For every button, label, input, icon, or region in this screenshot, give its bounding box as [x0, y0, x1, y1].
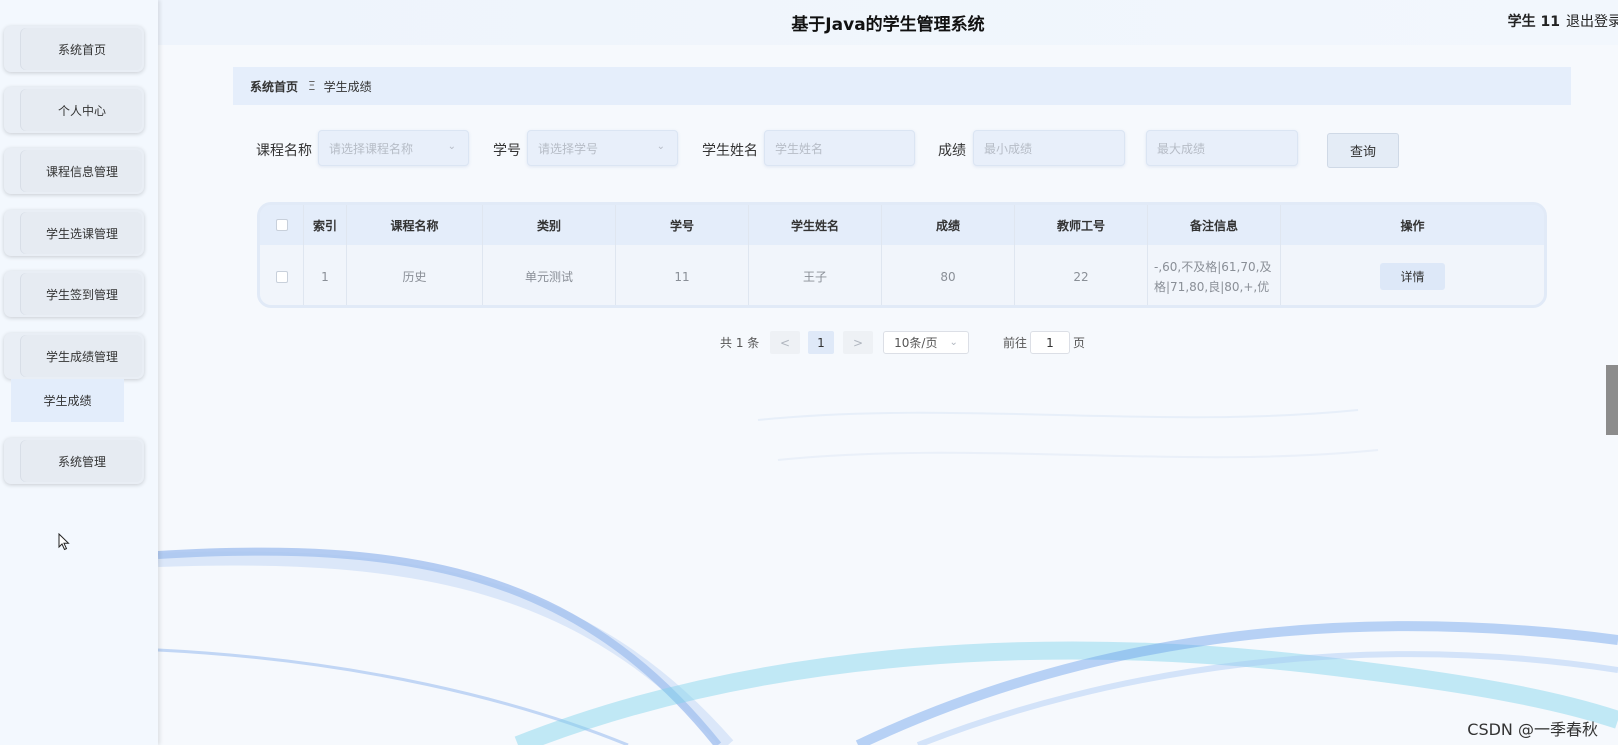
sidebar-subitem-student-grades[interactable]: 学生成绩 [11, 379, 124, 422]
cell-remark: -,60,不及格|61,70,及格|71,80,良|80,+,优 [1148, 245, 1281, 305]
sidebar-item-grades[interactable]: 学生成绩管理 [4, 333, 144, 379]
student-id-placeholder: 请选择学号 [538, 141, 599, 156]
column-header: 成绩 [882, 205, 1015, 245]
row-select-cell [260, 245, 304, 305]
decorative-wave-background [158, 409, 1618, 745]
cell-category: 单元测试 [483, 245, 616, 305]
vertical-scrollbar-thumb[interactable] [1606, 365, 1618, 435]
pagination-prev-button[interactable]: < [770, 331, 800, 354]
select-all-checkbox[interactable] [275, 219, 288, 231]
course-name-placeholder: 请选择课程名称 [329, 141, 414, 156]
score-max-input[interactable]: 最大成绩 [1146, 130, 1298, 166]
student-name-placeholder: 学生姓名 [775, 141, 824, 156]
score-min-input[interactable]: 最小成绩 [973, 130, 1125, 166]
cell-course: 历史 [347, 245, 483, 305]
sidebar-item-sign-in[interactable]: 学生签到管理 [4, 271, 144, 317]
sidebar-item-home[interactable]: 系统首页 [4, 26, 144, 72]
sidebar-item-label: 学生签到管理 [45, 287, 118, 302]
column-header: 学号 [616, 205, 749, 245]
app-title: 基于Java的学生管理系统 [791, 15, 985, 35]
sidebar-item-course-info[interactable]: 课程信息管理 [4, 148, 144, 194]
column-header: 操作 [1400, 218, 1425, 233]
student-name-label: 学生姓名 [702, 143, 758, 159]
course-name-select[interactable]: 请选择课程名称 ⌄ [318, 130, 469, 166]
detail-button[interactable]: 详情 [1380, 263, 1445, 290]
sidebar-item-system[interactable]: 系统管理 [4, 438, 144, 484]
select-all-cell [260, 205, 304, 245]
pagination-goto-input[interactable]: 1 [1030, 331, 1070, 354]
score-max-placeholder: 最大成绩 [1157, 141, 1206, 156]
cell-index: 1 [304, 245, 347, 305]
column-header: 类别 [483, 205, 616, 245]
student-id-select[interactable]: 请选择学号 ⌄ [527, 130, 678, 166]
chevron-down-icon: ⌄ [447, 141, 456, 152]
pagination-goto-label: 前往 [1003, 336, 1028, 350]
pagination-page-unit: 页 [1073, 336, 1086, 350]
sidebar-item-label: 课程信息管理 [45, 164, 118, 179]
sidebar-item-label: 系统首页 [57, 42, 106, 57]
cell-student-name: 王子 [749, 245, 882, 305]
sidebar-item-course-selection[interactable]: 学生选课管理 [4, 210, 144, 256]
score-label: 成绩 [938, 143, 966, 159]
pagination-total: 共 1 条 [720, 336, 760, 350]
watermark-text: CSDN @一季春秋 [1467, 720, 1598, 739]
logout-link[interactable]: 退出登录 [1566, 11, 1618, 31]
chevron-down-icon: ⌄ [949, 337, 958, 348]
pagination-page-1[interactable]: 1 [808, 331, 834, 354]
remark-text: -,60,不及格|61,70,及格|71,80,良|80,+,优 [1154, 259, 1272, 294]
student-id-label: 学号 [493, 143, 521, 159]
column-header: 备注信息 [1148, 205, 1281, 245]
column-header: 学生姓名 [749, 205, 882, 245]
sidebar-item-label: 个人中心 [57, 103, 106, 118]
cell-actions: 详情 [1281, 245, 1544, 305]
score-min-placeholder: 最小成绩 [984, 141, 1033, 156]
course-name-label: 课程名称 [256, 143, 312, 159]
row-checkbox[interactable] [275, 270, 288, 283]
table-row: 1 历史 单元测试 11 王子 80 22 -,60,不及格|61,70,及格|… [260, 245, 1544, 305]
breadcrumb: 系统首页 Ξ 学生成绩 [233, 67, 1571, 105]
cell-teacher-id: 22 [1015, 245, 1148, 305]
mouse-cursor-icon [58, 533, 70, 551]
sidebar-item-label: 学生成绩管理 [45, 349, 118, 364]
sidebar-item-profile[interactable]: 个人中心 [4, 87, 144, 133]
page-size-select[interactable]: 10条/页 ⌄ [883, 331, 969, 354]
breadcrumb-separator-icon: Ξ [308, 79, 316, 93]
page-size-value: 10条/页 [894, 336, 938, 350]
cell-student-id: 11 [616, 245, 749, 305]
query-button[interactable]: 查询 [1327, 133, 1399, 168]
sidebar: 系统首页 个人中心 课程信息管理 学生选课管理 学生签到管理 学生成绩管理 学生… [0, 0, 158, 745]
cell-score: 80 [882, 245, 1015, 305]
sidebar-item-label: 系统管理 [57, 454, 106, 469]
column-header: 教师工号 [1015, 205, 1148, 245]
top-header: 基于Java的学生管理系统 学生 11 退出登录 [158, 0, 1618, 45]
pagination-next-button[interactable]: > [843, 331, 873, 354]
breadcrumb-current: 学生成绩 [323, 79, 372, 94]
student-name-input[interactable]: 学生姓名 [764, 130, 915, 166]
column-header: 课程名称 [347, 205, 483, 245]
grades-table: 索引 课程名称 类别 学号 学生姓名 成绩 教师工号 备注信息 操作 1 历史 … [257, 202, 1547, 308]
chevron-down-icon: ⌄ [656, 141, 665, 152]
current-user: 学生 11 [1507, 14, 1560, 30]
column-header: 索引 [304, 205, 347, 245]
sidebar-item-label: 学生选课管理 [45, 226, 118, 241]
breadcrumb-home[interactable]: 系统首页 [250, 78, 298, 95]
table-header-row: 索引 课程名称 类别 学号 学生姓名 成绩 教师工号 备注信息 操作 [260, 205, 1544, 245]
